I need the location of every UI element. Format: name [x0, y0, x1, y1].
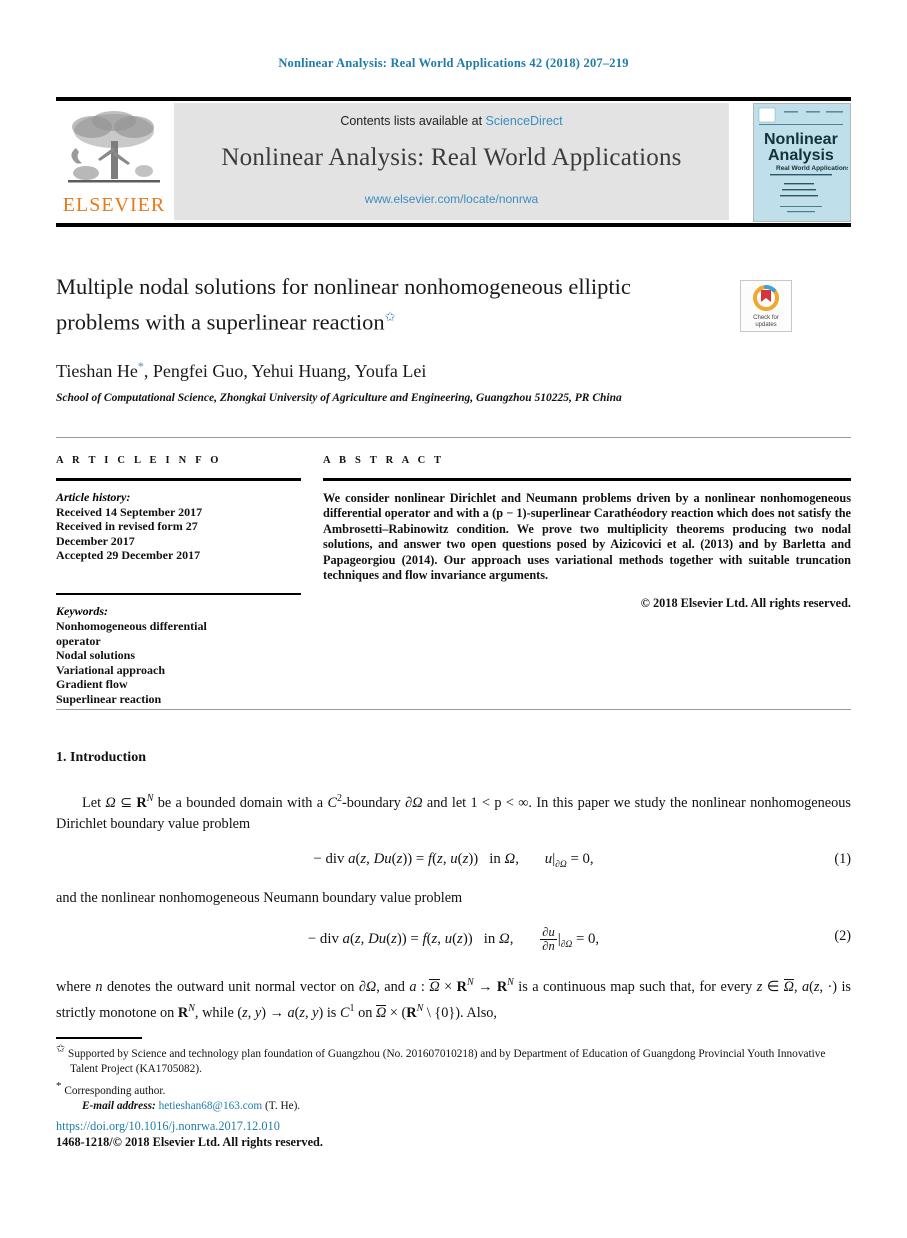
keyword-item: Superlinear reaction: [56, 691, 162, 706]
footnote-marker-2: *: [56, 1080, 62, 1093]
elsevier-logo: ELSEVIER: [60, 107, 168, 217]
article-title-line2: problems with a superlinear reaction: [56, 309, 385, 335]
footnote-separator-rule: [56, 1037, 142, 1039]
journal-title: Nonlinear Analysis: Real World Applicati…: [221, 144, 682, 171]
doi-link[interactable]: https://doi.org/10.1016/j.nonrwa.2017.12…: [56, 1118, 323, 1134]
intro-text-b: be a bounded domain with a: [153, 794, 328, 811]
crossmark-label-line2: updates: [755, 322, 777, 328]
contents-line: Contents lists available at ScienceDirec…: [174, 114, 729, 128]
footnote-corresponding-text: Corresponding author.: [64, 1085, 166, 1098]
intro-text-c: -boundary: [342, 794, 406, 811]
info-section-bottom-rule: [56, 709, 851, 710]
paragraph-definitions: where n denotes the outward unit normal …: [56, 977, 851, 1022]
equation-2-number: (2): [834, 927, 851, 944]
elsevier-wordmark: ELSEVIER: [62, 194, 166, 216]
title-footnote-marker[interactable]: ✩: [385, 309, 396, 324]
article-info-heading: A R T I C L E I N F O: [56, 455, 222, 466]
footnote-funding-text: Supported by Science and technology plan…: [68, 1047, 826, 1076]
paragraph-intro: Let Ω ⊆ RN be a bounded domain with a C2…: [56, 793, 851, 833]
svg-text:Real World Applications: Real World Applications: [776, 165, 848, 172]
footnote-funding: ✩ Supported by Science and technology pl…: [56, 1042, 851, 1077]
history-line: Received 14 September 2017: [56, 504, 203, 519]
sciencedirect-link[interactable]: ScienceDirect: [486, 114, 563, 128]
body-content: Let Ω ⊆ RN be a bounded domain with a C2…: [56, 788, 851, 1025]
article-info-rule: [56, 478, 301, 481]
masthead-rule-bottom: [56, 223, 851, 227]
abstract-heading: A B S T R A C T: [323, 455, 445, 466]
contents-prefix: Contents lists available at: [340, 114, 483, 128]
title-block: Multiple nodal solutions for nonlinear n…: [56, 272, 728, 406]
keyword-item: Nonhomogeneous differential: [56, 619, 207, 633]
author-first[interactable]: Tieshan He: [56, 361, 138, 381]
info-section-top-rule: [56, 437, 851, 438]
keywords-title: Keywords:: [56, 604, 108, 618]
equation-1-body: − div a(z, Du(z)) = f(z, u(z)) in Ω, u|∂…: [313, 850, 594, 870]
history-line: December 2017: [56, 533, 135, 548]
crossmark-icon: [753, 284, 780, 311]
affiliation: School of Computational Science, Zhongka…: [56, 391, 696, 406]
footnote-corresponding: * Corresponding author.: [56, 1079, 851, 1099]
authors-rest: , Pengfei Guo, Yehui Huang, Youfa Lei: [143, 360, 427, 381]
affiliation-line1: School of Computational Science, Zhongka…: [56, 391, 532, 404]
keywords-rule: [56, 592, 301, 595]
keyword-item: Nodal solutions: [56, 648, 136, 662]
footnote-email-line: E-mail address: hetieshan68@163.com (T. …: [56, 1099, 851, 1114]
masthead-center-panel: Contents lists available at ScienceDirec…: [174, 103, 729, 220]
crossmark-label: Check for updates: [741, 315, 791, 329]
history-line: Received in revised form 27: [56, 519, 198, 533]
keywords-block: Keywords: Nonhomogeneous differential op…: [56, 604, 301, 706]
article-info-column: A R T I C L E I N F O Article history: R…: [56, 455, 301, 706]
journal-cover-art: Nonlinear Analysis Real World Applicatio…: [754, 104, 848, 219]
abstract-rule: [323, 478, 851, 481]
footer-identifiers: https://doi.org/10.1016/j.nonrwa.2017.12…: [56, 1118, 323, 1150]
masthead-rule-top: [56, 97, 851, 101]
journal-url-link[interactable]: www.elsevier.com/locate/nonrwa: [174, 192, 729, 206]
section-heading-introduction: 1. Introduction: [56, 750, 146, 765]
copyright-line: © 2018 Elsevier Ltd. All rights reserved…: [640, 596, 851, 611]
crossmark-label-line1: Check for: [753, 315, 779, 321]
issn-copyright-line: 1468-1218/© 2018 Elsevier Ltd. All right…: [56, 1135, 323, 1149]
crossmark-badge[interactable]: Check for updates: [740, 280, 792, 332]
keyword-item: operator: [56, 633, 101, 648]
equation-2: − div a(z, Du(z)) = f(z, u(z)) in Ω, ∂u ∂…: [56, 924, 851, 956]
svg-text:Nonlinear: Nonlinear: [764, 131, 838, 148]
footnote-marker-1: ✩: [56, 1043, 66, 1055]
page-title: Multiple nodal solutions for nonlinear n…: [56, 272, 728, 338]
keyword-item: Gradient flow: [56, 677, 128, 691]
article-title-line1: Multiple nodal solutions for nonlinear n…: [56, 274, 631, 299]
affiliation-line2: 510225, PR China: [534, 391, 622, 404]
article-history-title: Article history:: [56, 489, 131, 504]
journal-masthead: ELSEVIER Contents lists available at Sci…: [56, 97, 851, 227]
running-head: Nonlinear Analysis: Real World Applicati…: [278, 56, 629, 70]
abstract-column: A B S T R A C T We consider nonlinear Di…: [323, 455, 851, 611]
author-list: Tieshan He*, Pengfei Guo, Yehui Huang, Y…: [56, 359, 728, 382]
journal-cover-thumbnail[interactable]: Nonlinear Analysis Real World Applicatio…: [753, 103, 851, 222]
paper-page: Nonlinear Analysis: Real World Applicati…: [0, 0, 907, 1238]
intro-text-a: Let: [82, 794, 106, 811]
equation-1-number: (1): [834, 850, 851, 867]
email-address-link[interactable]: hetieshan68@163.com: [159, 1100, 263, 1112]
email-address-suffix: (T. He).: [265, 1100, 301, 1113]
keyword-item: Variational approach: [56, 662, 166, 677]
history-line: Accepted 29 December 2017: [56, 548, 201, 562]
paragraph-neumann-intro: and the nonlinear nonhomogeneous Neumann…: [56, 890, 463, 907]
footnotes-block: ✩ Supported by Science and technology pl…: [56, 1042, 851, 1115]
equation-2-body: − div a(z, Du(z)) = f(z, u(z)) in Ω, ∂u ∂…: [307, 924, 600, 953]
abstract-text: We consider nonlinear Dirichlet and Neum…: [323, 490, 851, 583]
elsevier-tree-icon: [68, 111, 160, 183]
email-address-label: E-mail address:: [82, 1100, 156, 1113]
svg-text:Analysis: Analysis: [768, 147, 834, 164]
equation-1: − div a(z, Du(z)) = f(z, u(z)) in Ω, u|∂…: [56, 849, 851, 876]
